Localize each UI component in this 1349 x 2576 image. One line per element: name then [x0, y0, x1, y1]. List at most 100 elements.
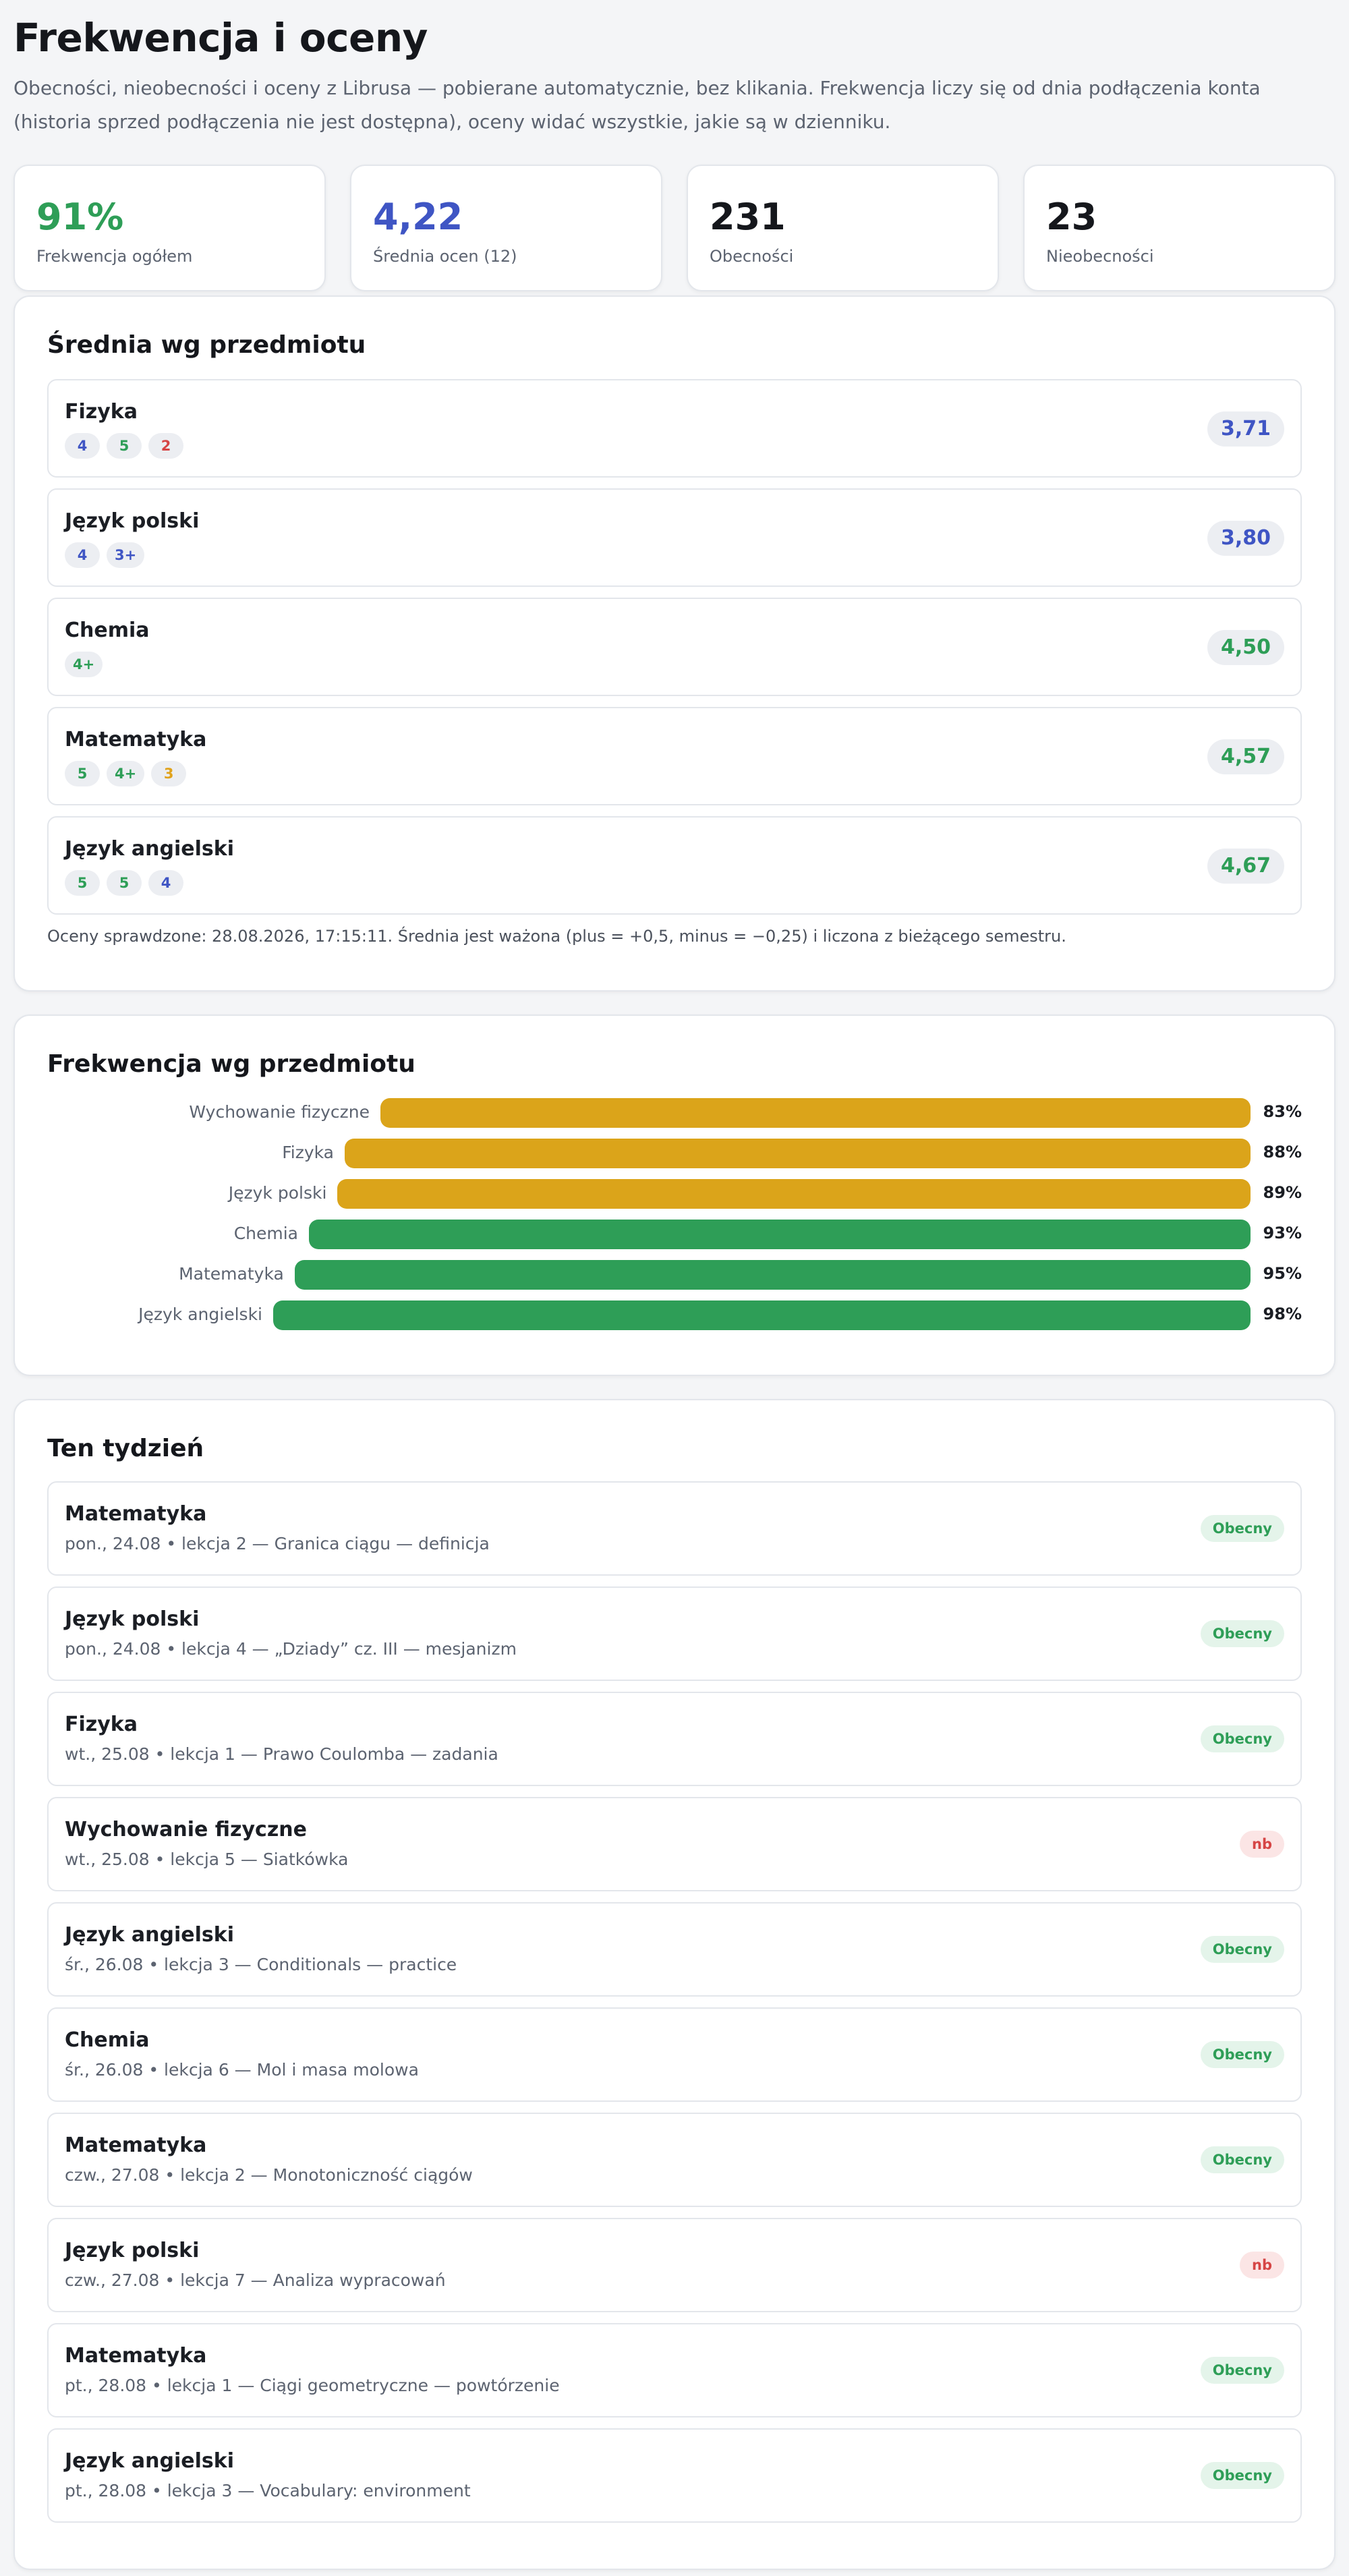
attendance-bar [337, 1179, 1251, 1209]
stat-card-average: 4,22 Średnia ocen (12) [350, 165, 662, 291]
attendance-subject-label: Fizyka [282, 1143, 334, 1162]
subject-name: Język polski [65, 509, 200, 533]
lesson-row[interactable]: Matematyka czw., 27.08 • lekcja 2 — Monot… [47, 2113, 1302, 2207]
grade-chip: 4 [65, 542, 100, 568]
grade-chips: 4 3+ [65, 542, 1284, 568]
lesson-subject: Język angielski [65, 1923, 235, 1947]
attendance-percent: 95% [1263, 1264, 1302, 1283]
status-badge: nb [1240, 2252, 1284, 2279]
week-title: Ten tydzień [47, 1435, 204, 1462]
attendance-bar [273, 1300, 1251, 1330]
attendance-bar [345, 1139, 1251, 1168]
attendance-row: Język polski 89% [47, 1174, 1302, 1214]
grade-chips: 4+ [65, 652, 1284, 677]
lesson-subject: Matematyka [65, 2344, 207, 2368]
lesson-meta: śr., 26.08 • lekcja 3 — Conditionals — p… [65, 1955, 457, 1974]
subject-name: Chemia [65, 619, 150, 642]
subject-name: Język angielski [65, 837, 235, 861]
lesson-row[interactable]: Język polski czw., 27.08 • lekcja 7 — Ana… [47, 2218, 1302, 2312]
lesson-row[interactable]: Chemia śr., 26.08 • lekcja 6 — Mol i masa… [47, 2007, 1302, 2102]
subject-average-row[interactable]: Fizyka 4 5 2 3,71 [47, 379, 1302, 478]
attendance-percent: 98% [1263, 1305, 1302, 1323]
attendance-row: Chemia 93% [47, 1214, 1302, 1255]
stats-row: 91% Frekwencja ogółem 4,22 Średnia ocen … [13, 165, 1336, 291]
lesson-row[interactable]: Wychowanie fizyczne wt., 25.08 • lekcja 5… [47, 1797, 1302, 1891]
lesson-meta: pt., 28.08 • lekcja 1 — Ciągi geometrycz… [65, 2376, 560, 2395]
attendance-subject-label: Wychowanie fizyczne [189, 1102, 370, 1122]
attendance-row: Język angielski 98% [47, 1295, 1302, 1336]
grade-chips: 554 [65, 870, 1284, 896]
status-badge: Obecny [1200, 1725, 1284, 1752]
lesson-subject: Fizyka [65, 1713, 138, 1736]
subject-average-row[interactable]: Język polski 4 3+ 3,80 [47, 488, 1302, 587]
lesson-subject: Matematyka [65, 2134, 207, 2157]
lesson-row[interactable]: Matematyka pt., 28.08 • lekcja 1 — Ciągi … [47, 2323, 1302, 2417]
attendance-row: Fizyka 88% [47, 1133, 1302, 1174]
grade-chip: 5 [65, 870, 100, 896]
lesson-row[interactable]: Matematyka pon., 24.08 • lekcja 2 — Grani… [47, 1481, 1302, 1576]
status-badge: Obecny [1200, 1620, 1284, 1647]
attendance-subject-label: Chemia [233, 1224, 298, 1243]
grade-chip: 3 [151, 761, 187, 786]
stat-label: Średnia ocen (12) [373, 247, 517, 266]
attendance-percent: 93% [1263, 1224, 1302, 1242]
attendance-percent: 88% [1263, 1143, 1302, 1162]
attendance-percent: 89% [1263, 1183, 1302, 1202]
grade-chips: 5 4+ 3 [65, 761, 1284, 786]
stat-card-absent: 23 Nieobecności [1023, 165, 1336, 291]
week-lesson-list: Matematyka pon., 24.08 • lekcja 2 — Grani… [47, 1481, 1302, 2523]
grade-chip: 5 [107, 870, 142, 896]
status-badge: Obecny [1200, 1936, 1284, 1963]
stat-label: Obecności [710, 247, 794, 266]
subject-average-row[interactable]: Matematyka 5 4+ 3 4,57 [47, 707, 1302, 805]
status-badge: Obecny [1200, 2357, 1284, 2384]
subject-name: Matematyka [65, 728, 207, 751]
attendance-row: Wychowanie fizyczne 83% [47, 1093, 1302, 1133]
week-card: Ten tydzień Matematyka pon., 24.08 • lekc… [13, 1399, 1336, 2570]
lesson-meta: pt., 28.08 • lekcja 3 — Vocabulary: envi… [65, 2481, 471, 2500]
averages-note: Oceny sprawdzone: 28.08.2026, 17:15:11. … [47, 927, 1066, 946]
average-badge: 3,71 [1207, 411, 1284, 447]
attendance-bar-list: Wychowanie fizyczne 83% Fizyka 88% Język pol… [47, 1093, 1302, 1336]
subject-average-row[interactable]: Chemia 4+ 4,50 [47, 598, 1302, 696]
subject-average-row[interactable]: Język angielski 5 5 4 4,67 [47, 816, 1302, 915]
lesson-meta: pon., 24.08 • lekcja 2 — Granica ciągu —… [65, 1534, 490, 1553]
lesson-meta: czw., 27.08 • lekcja 7 — Analiza wypraco… [65, 2270, 446, 2290]
stat-label: Nieobecności [1046, 247, 1154, 266]
lesson-subject: Chemia [65, 2028, 150, 2052]
stat-card-present: 231 Obecności [687, 165, 999, 291]
average-badge: 3,80 [1207, 521, 1284, 556]
lesson-subject: Matematyka [65, 1502, 207, 1526]
lesson-subject: Język polski [65, 2239, 200, 2262]
averages-title: Średnia wg przedmiotu [47, 331, 366, 359]
page-intro: Obecności, nieobecności i oceny z Librus… [13, 77, 1261, 133]
attendance-bar [309, 1220, 1251, 1249]
grade-chip: 4+ [107, 761, 145, 786]
attendance-title: Frekwencja wg przedmiotu [47, 1050, 415, 1078]
status-badge: nb [1240, 1831, 1284, 1858]
lesson-row[interactable]: Fizyka wt., 25.08 • lekcja 1 — Prawo Coul… [47, 1692, 1302, 1786]
grade-chip: 4+ [65, 652, 103, 677]
attendance-subject-label: Język polski [228, 1183, 327, 1203]
lesson-meta: czw., 27.08 • lekcja 2 — Monotoniczność … [65, 2165, 473, 2185]
lesson-row[interactable]: Język polski pon., 24.08 • lekcja 4 — „Dz… [47, 1586, 1302, 1681]
lesson-row[interactable]: Język angielski śr., 26.08 • lekcja 3 — C… [47, 1902, 1302, 1997]
stat-card-attendance: 91% Frekwencja ogółem [13, 165, 326, 291]
lesson-row[interactable]: Język angielski pt., 28.08 • lekcja 3 — V… [47, 2428, 1302, 2523]
stat-label: Frekwencja ogółem [36, 247, 193, 266]
average-badge: 4,67 [1207, 849, 1284, 884]
status-badge: Obecny [1200, 2146, 1284, 2173]
grade-chip: 4 [148, 870, 183, 896]
status-badge: Obecny [1200, 1515, 1284, 1542]
attendance-subject-label: Język angielski [138, 1305, 262, 1324]
page: Frekwencja i oceny Obecności, nieobecnoś… [0, 0, 1349, 2570]
subject-average-list: Fizyka 4 5 2 3,71 Język polski 4 3+ 3,80 Chemia 4+… [47, 379, 1302, 915]
lesson-subject: Język polski [65, 1607, 200, 1631]
average-badge: 4,50 [1207, 630, 1284, 665]
stat-value: 91% [36, 196, 124, 238]
attendance-row: Matematyka 95% [47, 1255, 1302, 1295]
attendance-subject-label: Matematyka [179, 1264, 284, 1284]
subject-name: Fizyka [65, 400, 138, 424]
stat-value: 4,22 [373, 196, 463, 238]
attendance-percent: 83% [1263, 1102, 1302, 1121]
